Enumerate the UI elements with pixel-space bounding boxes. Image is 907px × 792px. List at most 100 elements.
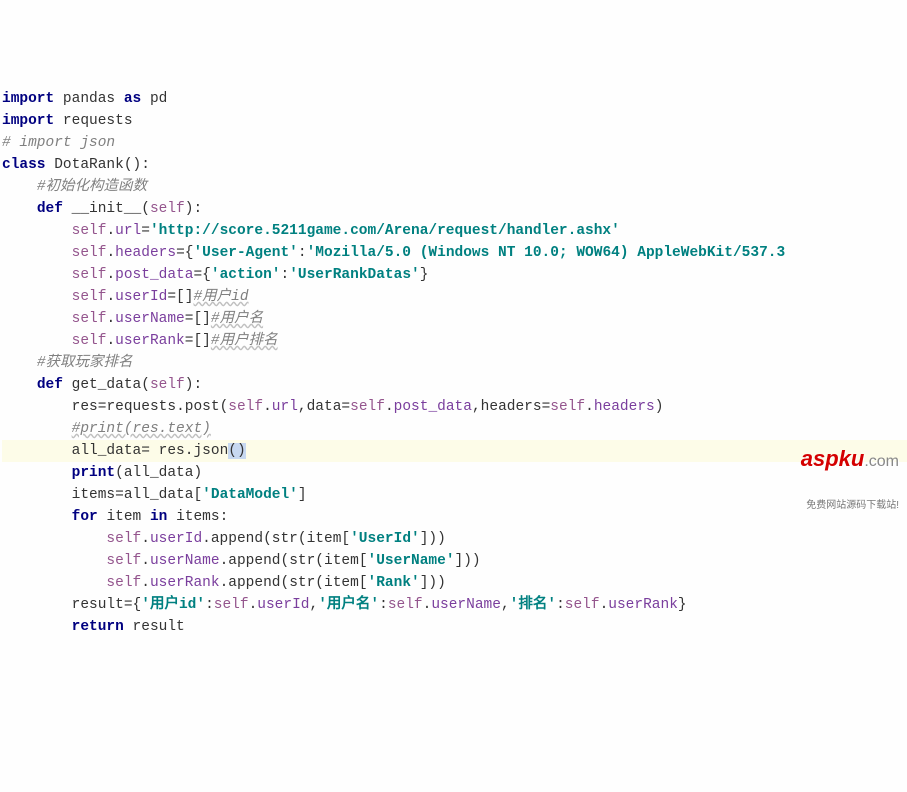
string-token: 'http://score.5211game.com/Arena/request…: [150, 223, 620, 239]
punctuation-token: ): [655, 399, 664, 415]
code-line[interactable]: # import json: [2, 132, 907, 154]
punctuation-token: ,: [310, 597, 319, 613]
self-token: self: [106, 531, 141, 547]
identifier-token: append: [211, 531, 263, 547]
self-token: self: [72, 245, 107, 261]
punctuation-token: =[]: [167, 289, 193, 305]
property-token: post_data: [115, 267, 193, 283]
code-editor[interactable]: import pandas as pdimport requests# impo…: [0, 88, 907, 638]
identifier-token: all_data: [124, 465, 194, 481]
self-token: self: [228, 399, 263, 415]
self-token: self: [214, 597, 249, 613]
property-token: userRank: [150, 575, 220, 591]
punctuation-token: (: [141, 377, 150, 393]
property-token: userId: [150, 531, 202, 547]
punctuation-token: :: [281, 267, 290, 283]
punctuation-token: =: [141, 223, 150, 239]
punctuation-token: [: [193, 487, 202, 503]
self-token: self: [72, 289, 107, 305]
punctuation-token: .: [106, 289, 115, 305]
comment-token: #用户名: [211, 311, 263, 327]
comment-token: # import json: [2, 135, 115, 151]
code-line[interactable]: def __init__(self):: [2, 198, 907, 220]
class-name-token: DotaRank: [54, 157, 124, 173]
punctuation-token: =[]: [185, 333, 211, 349]
punctuation-token: (: [315, 575, 324, 591]
punctuation-token: (: [263, 531, 272, 547]
code-line[interactable]: self.userRank.append(str(item['Rank'])): [2, 572, 907, 594]
code-line[interactable]: def get_data(self):: [2, 374, 907, 396]
string-token: 'Rank': [368, 575, 420, 591]
punctuation-token: =: [115, 487, 124, 503]
self-token: self: [388, 597, 423, 613]
identifier-token: pandas: [63, 91, 115, 107]
keyword-token: import: [2, 113, 54, 129]
code-line[interactable]: items=all_data['DataModel']: [2, 484, 907, 506]
code-line[interactable]: res=requests.post(self.url,data=self.pos…: [2, 396, 907, 418]
identifier-token: requests: [63, 113, 133, 129]
punctuation-token: .: [141, 553, 150, 569]
property-token: post_data: [394, 399, 472, 415]
string-token: 'UserId': [350, 531, 420, 547]
code-line[interactable]: self.userName.append(str(item['UserName'…: [2, 550, 907, 572]
keyword-token: as: [124, 91, 141, 107]
identifier-token: str: [289, 575, 315, 591]
punctuation-token: ():: [124, 157, 150, 173]
self-token: self: [350, 399, 385, 415]
punctuation-token: :: [556, 597, 565, 613]
code-line[interactable]: #初始化构造函数: [2, 176, 907, 198]
self-token: self: [72, 267, 107, 283]
property-token: userId: [257, 597, 309, 613]
code-line[interactable]: all_data= res.json(): [2, 440, 907, 462]
code-line[interactable]: self.url='http://score.5211game.com/Aren…: [2, 220, 907, 242]
code-line[interactable]: print(all_data): [2, 462, 907, 484]
code-line[interactable]: import requests: [2, 110, 907, 132]
property-token: userName: [150, 553, 220, 569]
string-token: '排名': [510, 597, 556, 613]
code-line[interactable]: #获取玩家排名: [2, 352, 907, 374]
property-token: headers: [115, 245, 176, 261]
comment-token: #print(res.text): [72, 421, 211, 437]
comment-token: #用户排名: [211, 333, 278, 349]
punctuation-token: :: [298, 245, 307, 261]
punctuation-token: .: [600, 597, 609, 613]
code-line[interactable]: self.userId.append(str(item['UserId'])): [2, 528, 907, 550]
code-line[interactable]: import pandas as pd: [2, 88, 907, 110]
string-token: 'DataModel': [202, 487, 298, 503]
punctuation-token: .: [106, 311, 115, 327]
punctuation-token: .: [141, 531, 150, 547]
punctuation-token: .: [263, 399, 272, 415]
punctuation-token: .: [385, 399, 394, 415]
punctuation-token: ):: [185, 377, 202, 393]
code-line[interactable]: self.headers={'User-Agent':'Mozilla/5.0 …: [2, 242, 907, 264]
punctuation-token: ): [193, 465, 202, 481]
string-token: 'action': [211, 267, 281, 283]
code-line[interactable]: self.userName=[]#用户名: [2, 308, 907, 330]
highlighted-paren: (): [228, 443, 245, 459]
code-line[interactable]: self.post_data={'action':'UserRankDatas'…: [2, 264, 907, 286]
identifier-token: post: [185, 399, 220, 415]
code-line[interactable]: for item in items:: [2, 506, 907, 528]
identifier-token: append: [228, 575, 280, 591]
self-token: self: [150, 201, 185, 217]
identifier-token: item: [106, 509, 141, 525]
code-line[interactable]: return result: [2, 616, 907, 638]
punctuation-token: ={: [124, 597, 141, 613]
punctuation-token: ])): [455, 553, 481, 569]
keyword-token: class: [2, 157, 46, 173]
identifier-token: res: [72, 399, 98, 415]
code-line[interactable]: class DotaRank():: [2, 154, 907, 176]
punctuation-token: [: [341, 531, 350, 547]
code-line[interactable]: self.userId=[]#用户id: [2, 286, 907, 308]
self-token: self: [550, 399, 585, 415]
identifier-token: json: [193, 443, 228, 459]
punctuation-token: [: [359, 553, 368, 569]
keyword-token: return: [72, 619, 124, 635]
code-line[interactable]: #print(res.text): [2, 418, 907, 440]
punctuation-token: ,: [298, 399, 307, 415]
code-line[interactable]: self.userRank=[]#用户排名: [2, 330, 907, 352]
string-token: 'Mozilla/5.0 (Windows NT 10.0; WOW64) Ap…: [307, 245, 786, 261]
identifier-token: item: [324, 553, 359, 569]
code-line[interactable]: result={'用户id':self.userId,'用户名':self.us…: [2, 594, 907, 616]
punctuation-token: =[]: [185, 311, 211, 327]
